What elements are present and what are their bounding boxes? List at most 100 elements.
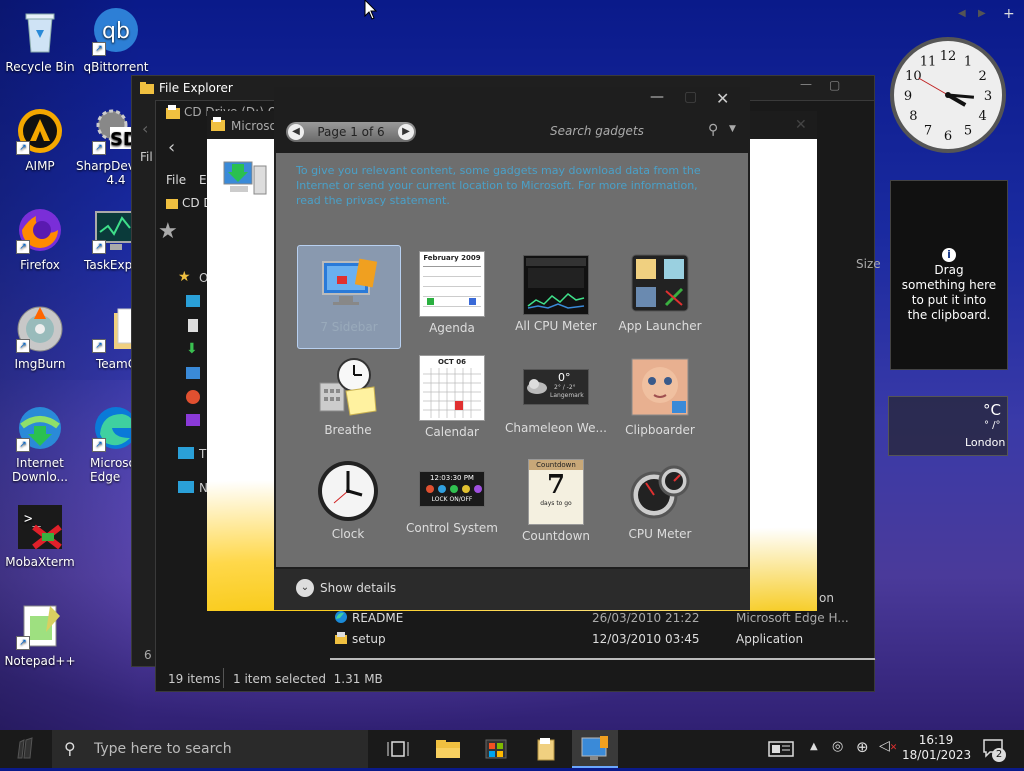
music-folder-icon[interactable] xyxy=(186,390,200,404)
clock-numeral: 8 xyxy=(909,109,917,124)
table-row[interactable]: README 26/03/2010 21:22 Microsoft Edge H… xyxy=(330,608,875,628)
gadget-cpu-meter[interactable]: CPU Meter xyxy=(609,453,711,555)
row-type: Microsoft Edge H... xyxy=(736,611,849,625)
weather-gadget[interactable]: °C ° /° London xyxy=(888,396,1008,456)
minimize-button[interactable]: — xyxy=(650,89,664,105)
notification-center-button[interactable]: 2 xyxy=(982,738,1006,762)
shortcut-arrow-icon: ↗ xyxy=(16,339,30,353)
status-divider xyxy=(223,668,224,688)
installer-title: Microso xyxy=(231,119,277,133)
show-details-button[interactable]: Show details xyxy=(320,581,396,595)
start-button[interactable] xyxy=(0,730,52,768)
gadget-countdown[interactable]: Countdown 7 days to go Countdown xyxy=(505,453,607,555)
taskbar-search-box[interactable]: ⚲ Type here to search xyxy=(52,730,368,768)
search-dropdown-chevron-icon[interactable]: ▼ xyxy=(729,124,736,134)
taskbar-search-input[interactable]: Type here to search xyxy=(94,741,232,757)
horizontal-scrollbar[interactable] xyxy=(330,658,875,660)
videos-folder-icon[interactable] xyxy=(186,414,200,426)
this-pc-icon[interactable] xyxy=(178,447,194,459)
chevron-down-icon[interactable]: ⌄ xyxy=(296,579,314,597)
clock-numeral: 5 xyxy=(964,124,972,139)
quick-access-star-icon[interactable]: ★ xyxy=(178,269,191,285)
installer-setup-icon xyxy=(222,158,268,201)
task-view-button[interactable] xyxy=(378,730,418,768)
desktop-icon-mobaxterm[interactable]: >_ MobaXterm xyxy=(0,503,80,569)
calendar-gadget-icon: OCT 06 xyxy=(419,355,485,421)
prev-page-button[interactable]: ◀ xyxy=(288,124,304,140)
clock-numeral: 1 xyxy=(964,54,972,69)
taskbar-cd-drive[interactable] xyxy=(526,730,566,768)
gadget-name: Chameleon We... xyxy=(505,421,607,435)
desktop-icon-imgburn[interactable]: ↗ ImgBurn xyxy=(0,305,80,371)
taskbar-gadgets[interactable] xyxy=(572,730,618,768)
gadget-clock[interactable]: Clock xyxy=(297,453,399,555)
gadget-calendar[interactable]: OCT 06 Calendar xyxy=(401,349,503,451)
volume-muted-icon[interactable]: ◁✕ xyxy=(879,738,897,754)
menu-file[interactable]: File xyxy=(166,173,186,187)
menu-file[interactable]: Fil xyxy=(140,150,153,164)
search-icon[interactable]: ⚲ xyxy=(708,122,718,138)
column-header-size[interactable]: Size xyxy=(856,257,881,271)
privacy-notice[interactable]: To give you relevant content, some gadge… xyxy=(296,163,716,208)
maximize-button[interactable]: ▢ xyxy=(684,89,697,105)
tray-device-icon[interactable]: ◎ xyxy=(832,739,843,754)
downloads-folder-icon[interactable]: ⬇ xyxy=(186,341,198,357)
gadget-chameleon-weather[interactable]: 0° 2° / -2° Langemark Chameleon We... xyxy=(505,349,607,451)
desktop-icon-qbittorrent[interactable]: qb ↗ qBittorrent xyxy=(76,8,156,74)
maximize-button[interactable]: ▢ xyxy=(829,78,859,98)
clock-numeral: 6 xyxy=(944,129,952,144)
desktop-icon-recycle-bin[interactable]: Recycle Bin xyxy=(0,8,80,74)
gadget-name: Clipboarder xyxy=(625,423,695,437)
taskbar-file-explorer[interactable] xyxy=(428,730,468,768)
gadget-clipboarder[interactable]: Clipboarder xyxy=(609,349,711,451)
clipboard-gadget[interactable]: i Drag something here to put it into the… xyxy=(890,180,1008,370)
nav-this-pc[interactable]: T xyxy=(199,447,206,461)
table-row[interactable]: setup 12/03/2010 03:45 Application xyxy=(330,629,875,649)
taskbar-store[interactable] xyxy=(476,730,516,768)
gadget-gallery-titlebar[interactable]: — ▢ ✕ xyxy=(274,87,750,115)
desktop-icon-firefox[interactable]: ↗ Firefox xyxy=(0,206,80,272)
setup-file-icon xyxy=(334,631,348,648)
gadget-breathe[interactable]: Breathe xyxy=(297,349,399,451)
sidebar-next-icon[interactable]: ▶ xyxy=(978,8,986,19)
gadget-name: Agenda xyxy=(429,321,475,335)
sidebar-add-gadget-icon[interactable]: + xyxy=(1003,6,1015,22)
search-icon: ⚲ xyxy=(64,739,76,758)
documents-folder-icon[interactable] xyxy=(188,319,198,332)
network-icon[interactable] xyxy=(178,481,194,493)
installer-close-button[interactable]: ✕ xyxy=(795,117,807,133)
desktop-folder-icon[interactable] xyxy=(186,295,200,307)
gadget-7-sidebar[interactable]: 7 Sidebar xyxy=(297,245,401,349)
gadget-agenda[interactable]: February 2009 Agenda xyxy=(401,245,503,347)
shortcut-arrow-icon: ↗ xyxy=(16,438,30,452)
gadget-app-launcher[interactable]: App Launcher xyxy=(609,245,711,347)
gadget-search-input[interactable]: Search gadgets xyxy=(550,124,644,138)
all-cpu-meter-gadget-icon xyxy=(523,255,589,315)
taskbar-news-widget[interactable] xyxy=(764,730,798,768)
pictures-folder-icon[interactable] xyxy=(186,367,200,379)
cd-drive-icon xyxy=(537,738,555,761)
sidebar-prev-icon[interactable]: ◀ xyxy=(958,8,966,19)
star-icon[interactable]: ★ xyxy=(158,219,178,244)
back-arrow-icon[interactable]: ‹ xyxy=(142,119,148,138)
gadget-name: App Launcher xyxy=(618,319,702,333)
gadgets-icon xyxy=(581,736,608,760)
gadget-control-system[interactable]: 12:03:30 PM LOCK ON/OFF Control System xyxy=(401,453,503,555)
row-type: Application xyxy=(736,632,804,646)
desktop-clock-gadget[interactable]: 12 1 2 3 4 5 6 7 8 9 10 11 xyxy=(890,37,1006,153)
gadget-gallery[interactable]: ◀ Page 1 of 6 ▶ Search gadgets ⚲ ▼ To gi… xyxy=(274,115,750,610)
back-arrow-icon[interactable]: ‹ xyxy=(168,137,175,158)
next-page-button[interactable]: ▶ xyxy=(398,124,414,140)
gadget-all-cpu-meter[interactable]: All CPU Meter xyxy=(505,245,607,347)
desktop-icon-label: qBittorrent xyxy=(83,60,149,74)
desktop-icon-notepadpp[interactable]: ↗ Notepad++ xyxy=(0,602,80,668)
taskbar-clock[interactable]: 16:19 18/01/2023 xyxy=(902,733,971,763)
close-button[interactable]: ✕ xyxy=(716,89,729,108)
desktop-icon-aimp[interactable]: ↗ AIMP xyxy=(0,107,80,173)
show-hidden-icons-chevron-icon[interactable]: ▲ xyxy=(810,741,818,752)
minimize-button[interactable]: — xyxy=(800,77,812,91)
desktop-icon-internet-download-manager[interactable]: ↗ Internet Downlo... xyxy=(0,404,80,484)
network-globe-icon[interactable]: ⊕ xyxy=(856,738,869,756)
desktop-icon-label: MobaXterm xyxy=(5,555,75,569)
gadget-name: Breathe xyxy=(324,423,372,437)
